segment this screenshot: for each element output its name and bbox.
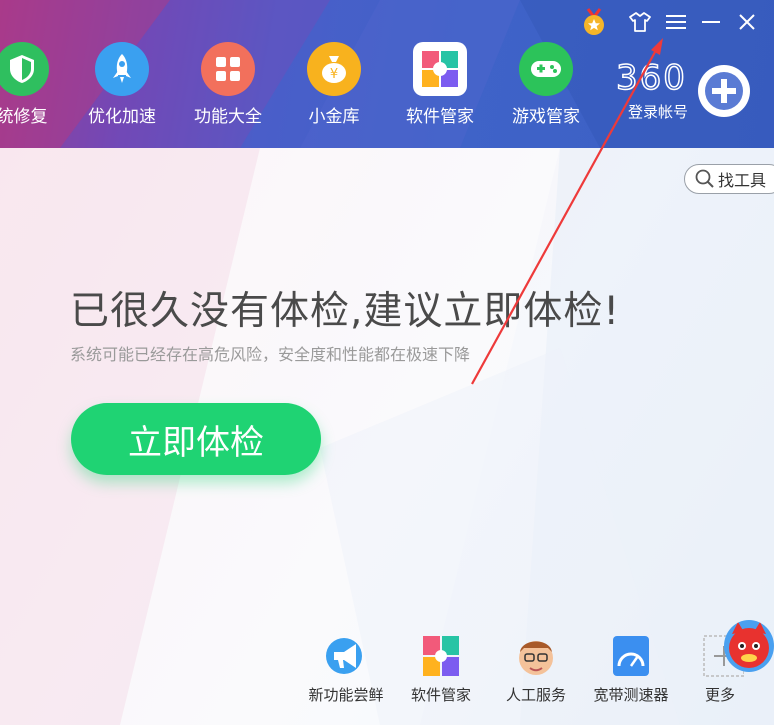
bottom-item-label: 软件管家 bbox=[410, 686, 471, 704]
nav-label: 统修复 bbox=[0, 107, 48, 127]
nav-label: 优化加速 bbox=[88, 107, 156, 127]
login-label[interactable]: 登录帐号 bbox=[628, 101, 688, 122]
close-icon[interactable] bbox=[733, 8, 761, 36]
add-account-icon[interactable] bbox=[698, 65, 750, 117]
nav-item-features[interactable]: 功能大全 bbox=[180, 42, 276, 127]
page-subline: 系统可能已经存在高危风险，安全度和性能都在极速下降 bbox=[70, 345, 471, 364]
nav-item-games[interactable]: 游戏管家 bbox=[498, 42, 594, 127]
logo-360: 360 bbox=[615, 57, 687, 99]
shield-icon bbox=[0, 42, 49, 96]
bottom-item-software[interactable]: 软件管家 bbox=[393, 634, 489, 705]
minimize-icon[interactable] bbox=[697, 8, 725, 36]
nav-label: 功能大全 bbox=[194, 107, 262, 127]
bottom-item-label: 更多 bbox=[704, 686, 735, 704]
rocket-icon bbox=[95, 42, 149, 96]
menu-icon[interactable] bbox=[662, 8, 690, 36]
bottom-item-label: 宽带测速器 bbox=[593, 686, 669, 704]
medal-icon[interactable] bbox=[580, 8, 608, 36]
nav-item-speedup[interactable]: 优化加速 bbox=[74, 42, 170, 127]
bottom-item-speedtest[interactable]: 宽带测速器 bbox=[583, 634, 679, 705]
nav-item-vault[interactable]: ¥ 小金库 bbox=[286, 42, 382, 127]
top-header: 统修复 优化加速 功能大全 ¥ 小金库 软件管家 游戏管家 360 登录帐号 bbox=[0, 0, 774, 148]
bottom-item-service[interactable]: 人工服务 bbox=[488, 634, 584, 705]
nav-label: 小金库 bbox=[308, 107, 360, 127]
nav-item-software[interactable]: 软件管家 bbox=[392, 42, 488, 127]
nav-label: 软件管家 bbox=[406, 107, 474, 127]
bottom-item-label: 新功能尝鲜 bbox=[308, 686, 384, 704]
find-tool-label: 找工具 bbox=[718, 171, 767, 190]
search-icon bbox=[695, 169, 714, 188]
bottom-item-label: 人工服务 bbox=[505, 686, 566, 704]
nav-item-repair[interactable]: 统修复 bbox=[0, 42, 70, 127]
check-now-button[interactable]: 立即体检 bbox=[71, 403, 321, 475]
bottom-item-new-features[interactable]: 新功能尝鲜 bbox=[298, 634, 394, 705]
megaphone-icon bbox=[322, 634, 370, 678]
money-bag-icon: ¥ bbox=[307, 42, 361, 96]
grid-icon bbox=[201, 42, 255, 96]
nav-label: 游戏管家 bbox=[512, 107, 580, 127]
gamepad-icon bbox=[519, 42, 573, 96]
mascot-avatar[interactable] bbox=[724, 620, 774, 672]
svg-text:¥: ¥ bbox=[330, 67, 338, 82]
software-manager-icon bbox=[413, 42, 467, 96]
software-manager-icon bbox=[417, 634, 465, 678]
speed-test-icon bbox=[607, 634, 655, 678]
customer-service-avatar-icon bbox=[512, 634, 560, 678]
skin-shirt-icon[interactable] bbox=[626, 8, 654, 36]
find-tool-button[interactable]: 找工具 bbox=[684, 164, 774, 194]
page-headline: 已很久没有体检,建议立即体检! bbox=[70, 289, 621, 334]
